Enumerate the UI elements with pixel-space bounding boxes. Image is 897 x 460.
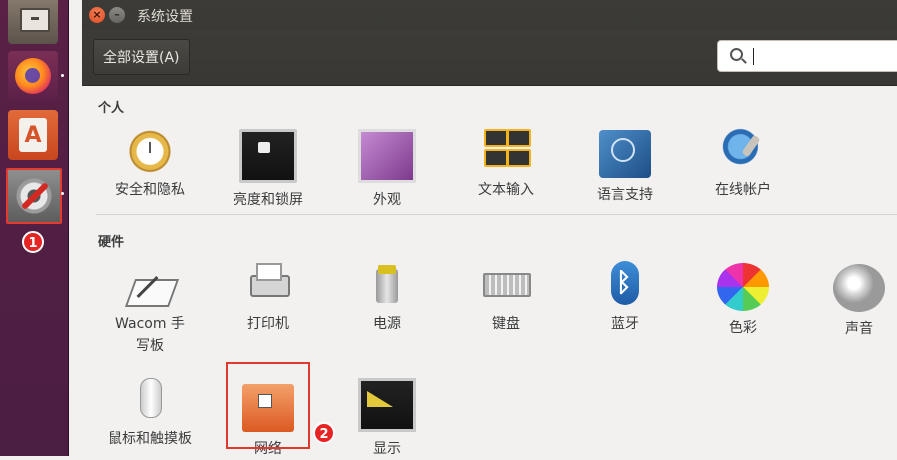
keyboard-keys-icon — [480, 125, 532, 173]
mouse-icon — [124, 374, 176, 422]
language-flag-icon — [599, 130, 651, 178]
online-accounts-icon — [717, 125, 769, 173]
section-divider — [96, 214, 897, 215]
toolbar: 全部设置(A) — [82, 30, 897, 86]
close-button[interactable]: × — [89, 7, 105, 23]
tile-label: 安全和隐私 — [115, 182, 185, 198]
tile-label: 语言支持 — [597, 187, 653, 203]
tile-label: 文本输入 — [478, 182, 534, 198]
tile-label: 电源 — [373, 316, 401, 332]
tile-label: 显示 — [373, 441, 401, 457]
launcher-system-settings[interactable] — [6, 168, 62, 224]
color-flower-icon — [717, 263, 769, 311]
tile-online-accounts[interactable]: 在线帐户 — [690, 125, 796, 201]
display-monitor-icon — [358, 378, 416, 432]
tile-label: Wacom 手写板 — [115, 316, 185, 354]
tile-label: 键盘 — [492, 316, 520, 332]
running-indicator — [61, 74, 64, 77]
monitor-lock-icon — [239, 129, 297, 183]
running-indicator — [61, 192, 64, 195]
launcher-files[interactable] — [8, 0, 58, 44]
tile-label: 鼠标和触摸板 — [108, 431, 192, 447]
tile-brightness-lock[interactable]: 亮度和锁屏 — [215, 125, 321, 211]
tile-display[interactable]: 显示 — [334, 374, 440, 460]
search-icon — [730, 48, 743, 61]
firefox-icon — [15, 58, 51, 94]
tile-printers[interactable]: 打印机 — [215, 259, 321, 335]
minimize-button[interactable]: – — [109, 7, 125, 23]
network-highlight-box — [226, 362, 310, 449]
appearance-icon — [358, 129, 416, 183]
tile-label: 声音 — [845, 321, 873, 337]
tile-security-privacy[interactable]: 安全和隐私 — [97, 125, 203, 201]
shopping-bag-icon: A — [19, 118, 47, 152]
tile-label: 色彩 — [729, 320, 757, 336]
wacom-tablet-icon — [124, 259, 176, 307]
keyboard-icon — [480, 259, 532, 307]
section-title-hardware: 硬件 — [98, 235, 125, 250]
clock-lock-icon — [124, 125, 176, 173]
tile-appearance[interactable]: 外观 — [334, 125, 440, 211]
battery-plug-icon — [361, 259, 413, 307]
all-settings-button[interactable]: 全部设置(A) — [93, 39, 190, 75]
launcher-firefox[interactable] — [8, 51, 58, 101]
step-badge-1: 1 — [22, 231, 44, 253]
tile-text-entry[interactable]: 文本输入 — [453, 125, 559, 201]
tile-wacom-tablet[interactable]: Wacom 手写板 — [97, 259, 203, 357]
tile-mouse-touchpad[interactable]: 鼠标和触摸板 — [97, 374, 203, 450]
tile-label: 在线帐户 — [715, 182, 771, 198]
text-caret — [753, 48, 754, 65]
tile-bluetooth[interactable]: 蓝牙 — [572, 259, 678, 335]
speaker-icon — [833, 264, 885, 312]
tile-color[interactable]: 色彩 — [690, 259, 796, 339]
tile-label: 外观 — [373, 192, 401, 208]
tile-label: 打印机 — [247, 316, 289, 332]
tile-power[interactable]: 电源 — [334, 259, 440, 335]
section-title-personal: 个人 — [98, 101, 125, 116]
file-cabinet-icon — [20, 8, 50, 32]
bluetooth-icon — [599, 259, 651, 307]
settings-window: × – 系统设置 全部设置(A) 个人 安全和隐私 亮度和锁屏 外观 文本输入 … — [82, 0, 897, 457]
window-title: 系统设置 — [137, 9, 193, 25]
tile-sound[interactable]: 声音 — [804, 259, 897, 340]
tile-language-support[interactable]: 语言支持 — [572, 125, 678, 206]
title-bar: × – 系统设置 — [82, 0, 897, 30]
tile-label: 亮度和锁屏 — [233, 192, 303, 208]
launcher-software-center[interactable]: A — [8, 110, 58, 160]
tile-label: 蓝牙 — [611, 316, 639, 332]
search-box[interactable] — [717, 40, 897, 72]
search-input[interactable] — [758, 45, 892, 69]
printer-icon — [242, 259, 294, 307]
tile-keyboard[interactable]: 键盘 — [453, 259, 559, 335]
launcher: A 1 — [0, 0, 69, 456]
step-badge-2: 2 — [313, 422, 335, 444]
